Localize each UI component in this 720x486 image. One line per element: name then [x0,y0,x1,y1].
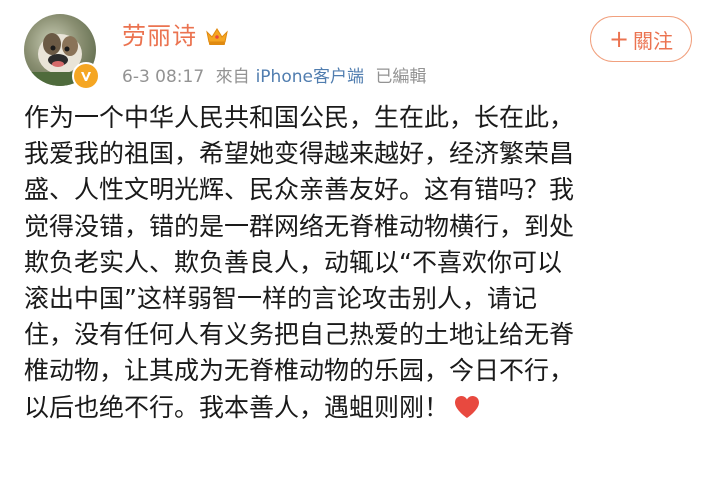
post-meta: 6-3 08:17 來自 iPhone客户端 已編輯 [122,62,432,87]
post-line: 作为一个中华人民共和国公民，生在此，长在此， [24,103,575,132]
post-line-last: 以后也绝不行。我本善人，遇蛆则刚！ [24,390,700,426]
follow-button-label: 關注 [633,28,674,53]
post-line: 椎动物，让其成为无脊椎动物的乐园，今日不行， [24,356,575,386]
verified-badge-icon [72,62,100,90]
post-line: 觉得没错，错的是一群网络无脊椎动物横行，到处 [24,211,575,241]
source-prefix: 來自 [215,67,250,87]
post-line: 我爱我的祖国，希望她变得越来越好，经济繁荣昌 [24,139,575,169]
post-date: 6-3 08:17 [122,67,205,87]
post-body: 作为一个中华人民共和国公民，生在此，长在此， 我爱我的祖国，希望她变得越来越好，… [24,100,700,426]
crown-icon [205,24,229,45]
post-line: 盛、人性文明光辉、民众亲善友好。这有错吗？我 [24,175,575,205]
source-link[interactable]: iPhone客户端 [256,67,364,87]
plus-icon: + [608,25,630,53]
user-name[interactable]: 劳丽诗 [122,16,229,51]
follow-button[interactable]: + 關注 [590,16,692,62]
edited-label[interactable]: 已編輯 [375,67,426,87]
post-line: 欺负老实人、欺负善良人，动辄以“不喜欢你可以 [24,247,562,277]
post-line: 滚出中国”这样弱智一样的言论攻击别人，请记 [24,283,537,313]
post-line-text: 以后也绝不行。我本善人，遇蛆则刚！ [24,392,450,422]
heart-icon [453,394,481,420]
user-name-text[interactable]: 劳丽诗 [122,16,197,51]
avatar[interactable] [24,14,100,90]
post-line: 住，没有任何人有义务把自己热爱的土地让给无脊 [24,320,575,350]
